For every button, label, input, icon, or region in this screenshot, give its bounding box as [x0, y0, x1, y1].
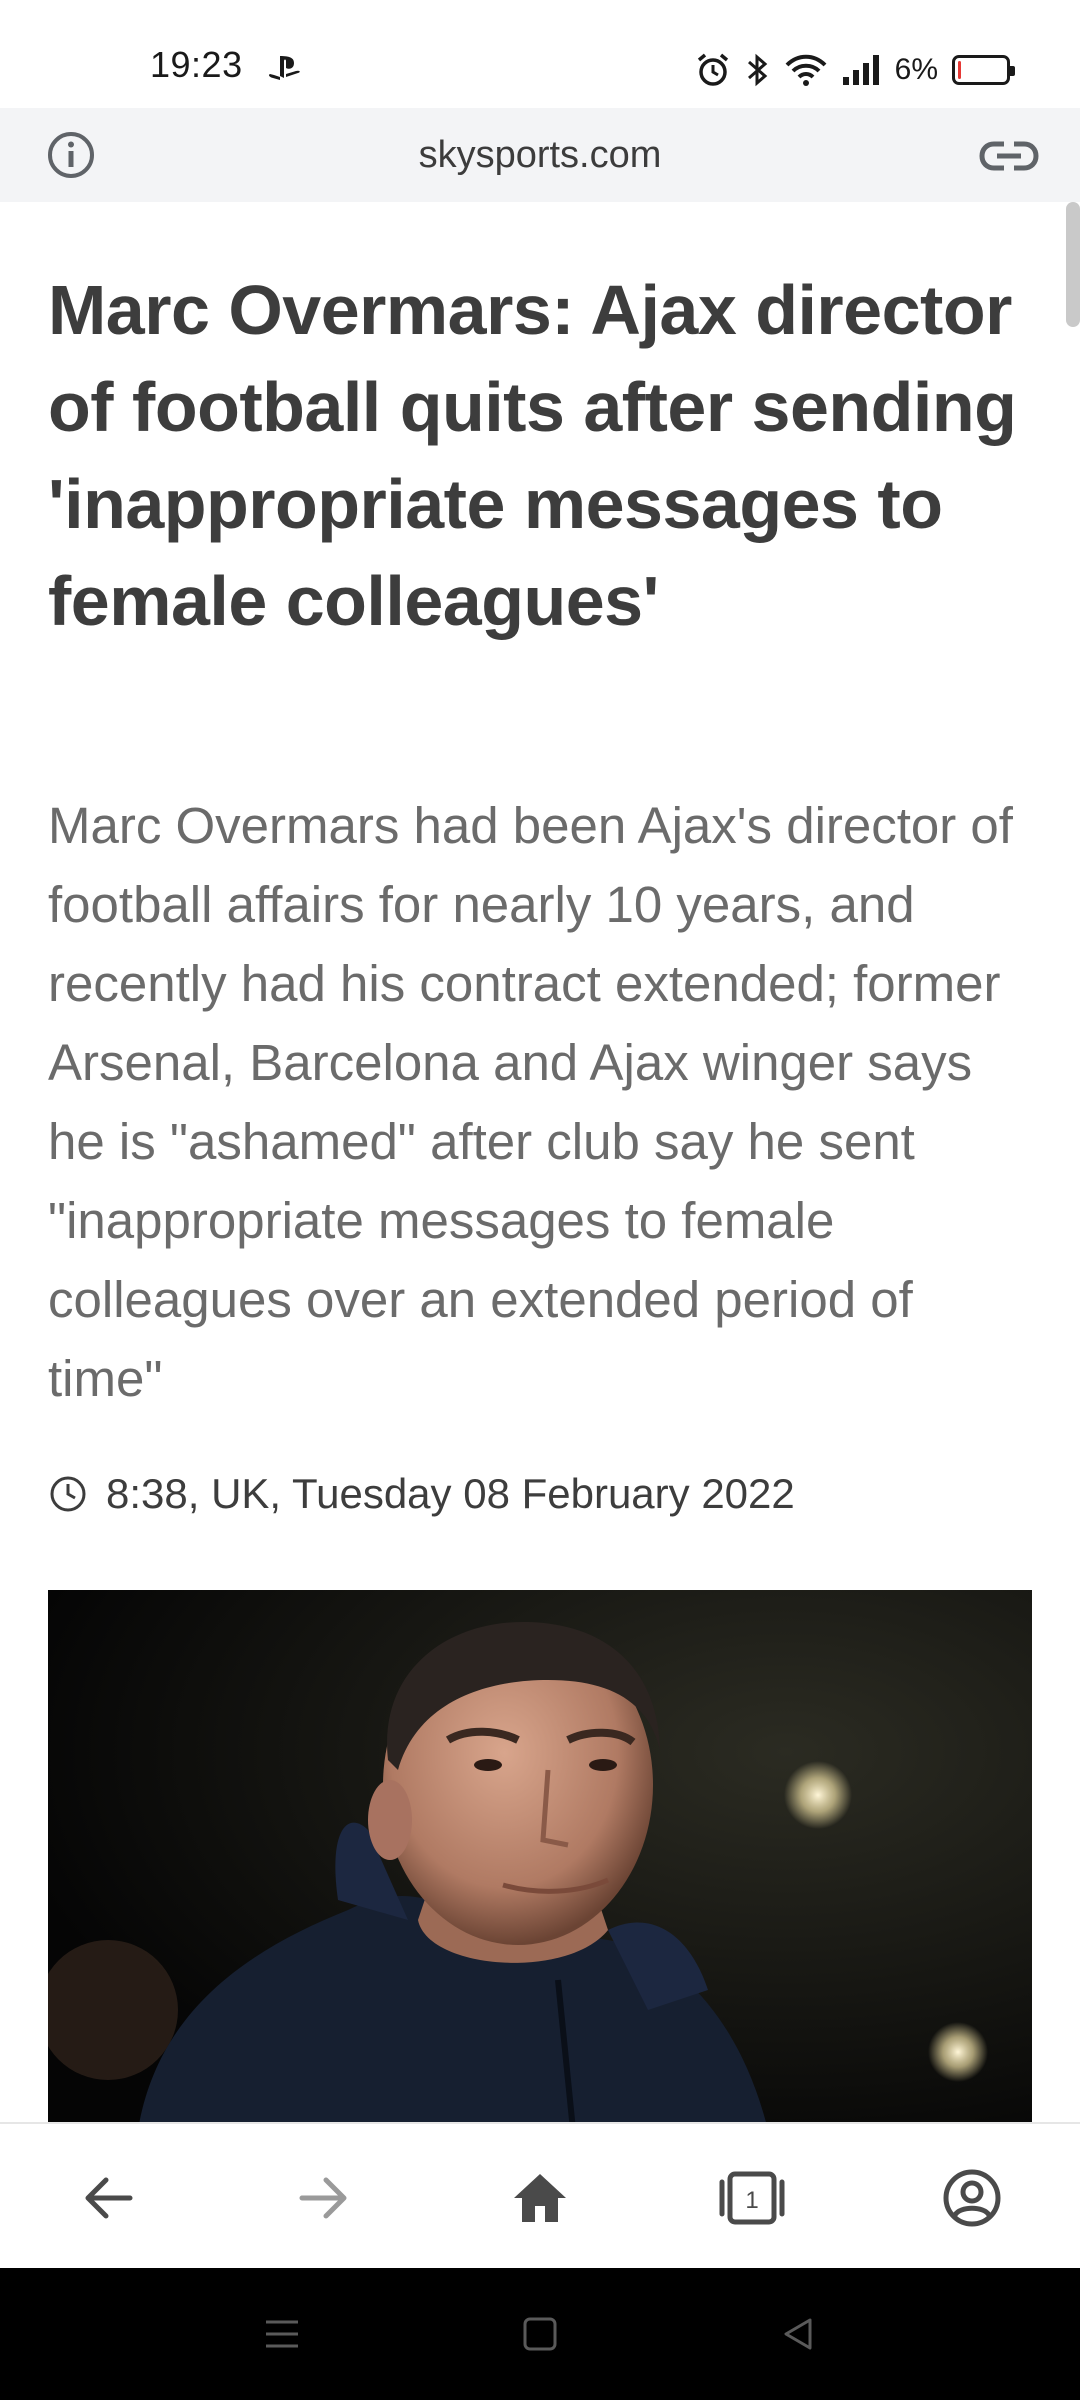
- link-icon[interactable]: [978, 136, 1040, 176]
- address-bar[interactable]: skysports.com: [0, 108, 1080, 202]
- menu-icon[interactable]: [262, 2314, 302, 2354]
- alarm-icon: [697, 53, 728, 86]
- battery-percent: 6%: [894, 53, 938, 86]
- account-button[interactable]: [942, 2168, 1002, 2228]
- playstation-icon: [269, 56, 300, 80]
- back-icon: [85, 2177, 133, 2219]
- bluetooth-icon: [747, 53, 767, 87]
- account-icon: [943, 2169, 1001, 2227]
- tabs-icon: 1: [719, 2171, 785, 2225]
- status-bar: 19:23 6%: [0, 0, 1080, 108]
- battery-icon: [952, 55, 1015, 85]
- home-icon: [514, 2174, 566, 2222]
- browser-toolbar: 1: [0, 2122, 1080, 2268]
- portrait-photo: [48, 1590, 1032, 2122]
- home-button[interactable]: [510, 2168, 570, 2228]
- article-content[interactable]: Marc Overmars: Ajax director of football…: [0, 202, 1080, 2122]
- forward-button[interactable]: [294, 2168, 354, 2228]
- back-triangle-icon[interactable]: [778, 2314, 818, 2354]
- tab-count: 1: [745, 2187, 758, 2214]
- article-standfirst: Marc Overmars had been Ajax's director o…: [48, 797, 1013, 1407]
- forward-icon: [299, 2177, 347, 2219]
- system-navigation-bar: [0, 2268, 1080, 2400]
- status-icons: 6%: [695, 50, 1015, 90]
- url-text[interactable]: skysports.com: [0, 134, 1080, 177]
- tabs-button[interactable]: 1: [716, 2168, 788, 2228]
- home-square-icon[interactable]: [520, 2314, 560, 2354]
- article-dateline: 8:38, UK, Tuesday 08 February 2022: [48, 1470, 795, 1518]
- article-photo[interactable]: [48, 1590, 1032, 2122]
- status-time: 19:23: [150, 44, 243, 85]
- article-timestamp: 8:38, UK, Tuesday 08 February 2022: [106, 1470, 795, 1517]
- battery-level: [958, 61, 962, 79]
- signal-icon: [842, 55, 879, 85]
- clock-icon: [50, 1476, 86, 1512]
- wifi-icon: [785, 54, 827, 86]
- article-headline: Marc Overmars: Ajax director of football…: [48, 271, 1017, 640]
- scrollbar[interactable]: [1066, 202, 1080, 327]
- back-button[interactable]: [78, 2168, 138, 2228]
